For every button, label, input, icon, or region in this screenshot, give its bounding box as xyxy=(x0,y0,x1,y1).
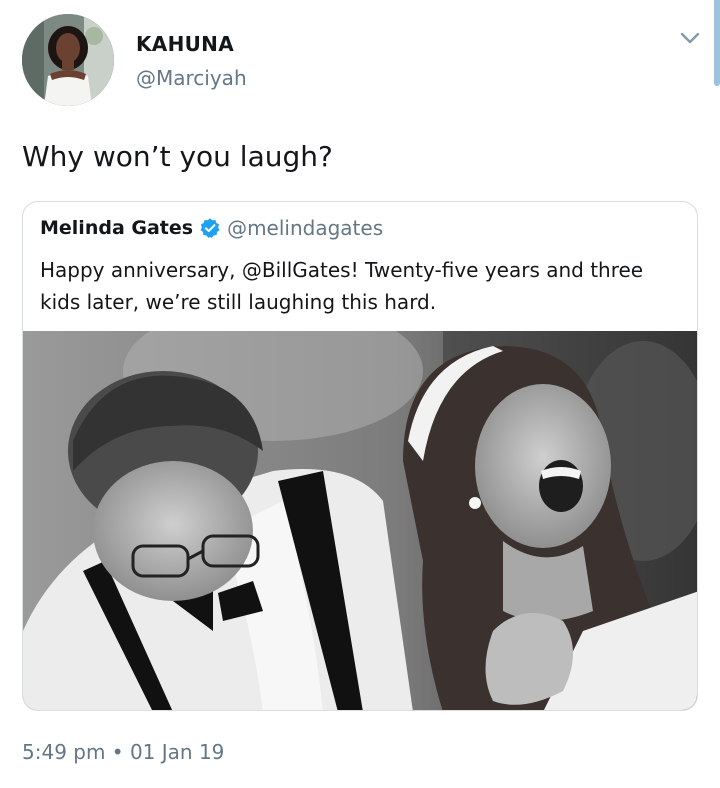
verified-badge-icon xyxy=(200,218,220,238)
display-name[interactable]: KAHUNA xyxy=(136,32,247,56)
quoted-tweet-header: Melinda Gates @melindagates xyxy=(40,216,383,240)
tweet-timestamp[interactable]: 5:49 pm • 01 Jan 19 xyxy=(22,740,224,764)
quoted-tweet-text: Happy anniversary, @BillGates! Twenty-fi… xyxy=(40,258,644,314)
scrollbar[interactable] xyxy=(714,0,720,86)
avatar-photo xyxy=(22,14,114,106)
quoted-tweet[interactable]: Melinda Gates @melindagates Happy annive… xyxy=(22,201,698,711)
tweet-text: Why won’t you laugh? xyxy=(22,140,333,173)
quoted-author-name[interactable]: Melinda Gates xyxy=(40,217,193,239)
tweet-header: KAHUNA @Marciyah xyxy=(22,14,702,106)
avatar[interactable] xyxy=(22,14,114,106)
quoted-author-handle[interactable]: @melindagates xyxy=(227,216,383,240)
user-handle[interactable]: @Marciyah xyxy=(136,66,247,90)
quoted-tweet-photo[interactable] xyxy=(23,331,697,710)
couple-photo-image xyxy=(23,331,697,710)
chevron-down-icon[interactable] xyxy=(678,26,702,50)
